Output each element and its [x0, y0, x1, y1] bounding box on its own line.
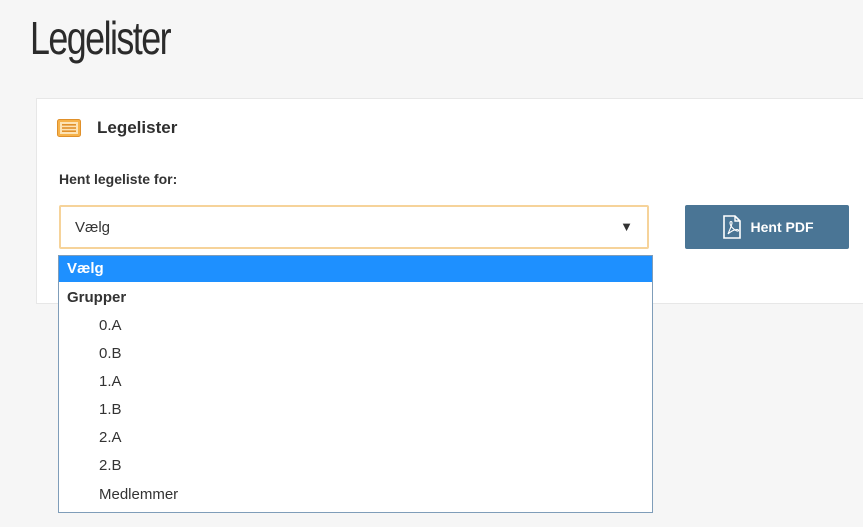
panel-title: Legelister [97, 118, 178, 137]
legeliste-select[interactable]: Vælg ▼ [59, 205, 649, 249]
chevron-down-icon[interactable]: ▼ [620, 219, 633, 234]
select-dropdown-list: Vælg Grupper 0.A 0.B 1.A 1.B 2.A 2.B Med… [58, 255, 653, 513]
list-icon [57, 119, 81, 137]
dropdown-option-0b[interactable]: 0.B [59, 341, 652, 367]
page-title: Legelister [30, 12, 172, 64]
pdf-icon [721, 215, 743, 239]
dropdown-option-2b[interactable]: 2.B [59, 453, 652, 479]
hent-pdf-button[interactable]: Hent PDF [685, 205, 849, 249]
dropdown-group-grupper: Grupper [67, 289, 127, 306]
dropdown-option-medlemmer[interactable]: Medlemmer [59, 482, 652, 508]
panel-header: Legelister [57, 115, 177, 141]
field-label: Hent legeliste for: [59, 171, 178, 187]
dropdown-option-1b[interactable]: 1.B [59, 397, 652, 423]
dropdown-option-0a[interactable]: 0.A [59, 313, 652, 339]
dropdown-option-2a[interactable]: 2.A [59, 425, 652, 451]
select-value: Vælg [75, 219, 111, 236]
hent-pdf-label: Hent PDF [750, 219, 814, 235]
dropdown-option-vaelg[interactable]: Vælg [59, 256, 652, 282]
dropdown-option-1a[interactable]: 1.A [59, 369, 652, 395]
